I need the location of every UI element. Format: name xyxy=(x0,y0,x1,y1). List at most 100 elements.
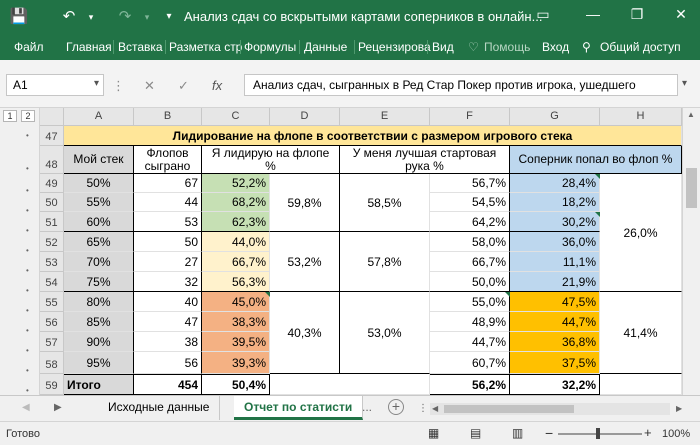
cell-stack[interactable]: 50% xyxy=(64,174,134,193)
cell-flops[interactable]: 67 xyxy=(134,174,202,193)
add-sheet-button[interactable]: + xyxy=(388,399,404,415)
cell-lead-pct[interactable]: 66,7% xyxy=(202,252,270,272)
redo-icon[interactable]: ↷ xyxy=(114,7,136,27)
cell-group-lead-avg[interactable]: 40,3% xyxy=(270,292,340,374)
cell-group-opp-avg[interactable]: 26,0% xyxy=(600,174,682,292)
normal-view-icon[interactable]: ▦ xyxy=(428,426,439,440)
cell-lead-pct[interactable]: 56,3% xyxy=(202,272,270,292)
cell-stack[interactable]: 80% xyxy=(64,292,134,312)
row-header-47[interactable]: 47 xyxy=(40,126,64,146)
cell-opp-hit-pct[interactable]: 47,5% xyxy=(510,292,600,312)
cell-opp-hit-pct[interactable]: 44,7% xyxy=(510,312,600,332)
sign-in-link[interactable]: Вход xyxy=(542,40,569,54)
column-header-e[interactable]: E xyxy=(340,108,430,126)
cell-flops[interactable]: 32 xyxy=(134,272,202,292)
scroll-left-icon[interactable]: ◀ xyxy=(432,404,438,413)
close-icon[interactable]: ✕ xyxy=(670,6,692,23)
column-header-d[interactable]: D xyxy=(270,108,340,126)
cell-flops[interactable]: 53 xyxy=(134,212,202,232)
tab-insert[interactable]: Вставка xyxy=(118,40,163,54)
tab-review[interactable]: Рецензирова xyxy=(358,40,431,54)
share-icon[interactable]: ⚲ xyxy=(582,40,591,54)
cell-lead-pct[interactable]: 39,5% xyxy=(202,332,270,352)
vertical-scrollbar[interactable]: ▲ xyxy=(682,108,700,395)
cell-best-hand-pct[interactable]: 55,0% xyxy=(430,292,510,312)
cell-group-best-avg[interactable]: 58,5% xyxy=(340,174,430,232)
cell-total-best[interactable]: 56,2% xyxy=(430,374,510,395)
row-header-48[interactable]: 48 xyxy=(40,146,64,174)
tab-file[interactable]: Файл xyxy=(14,40,44,54)
zoom-slider-handle[interactable] xyxy=(596,428,600,439)
customize-qat-icon[interactable]: ▾ xyxy=(158,7,180,27)
row-header-53[interactable]: 53 xyxy=(40,252,64,272)
save-icon[interactable]: 💾 xyxy=(8,7,30,27)
tab-split-icon[interactable]: ⋮ xyxy=(418,403,428,414)
column-header-h[interactable]: H xyxy=(600,108,682,126)
column-header-f[interactable]: F xyxy=(430,108,510,126)
insert-function-icon[interactable]: fx xyxy=(212,78,222,93)
next-sheet-icon[interactable]: ▶ xyxy=(54,402,62,413)
select-all-corner[interactable] xyxy=(40,108,64,126)
cell-opp-hit-pct[interactable]: 36,0% xyxy=(510,232,600,252)
row-header-56[interactable]: 56 xyxy=(40,312,64,332)
cell-flops[interactable]: 56 xyxy=(134,352,202,374)
cell-stack[interactable]: 65% xyxy=(64,232,134,252)
cell-best-hand-pct[interactable]: 64,2% xyxy=(430,212,510,232)
row-header-59[interactable]: 59 xyxy=(40,374,64,395)
tab-data[interactable]: Данные xyxy=(304,40,347,54)
cell-stack[interactable]: 95% xyxy=(64,352,134,374)
cell-opp-hit-pct[interactable]: 36,8% xyxy=(510,332,600,352)
enter-icon[interactable]: ✓ xyxy=(178,78,189,94)
undo-icon[interactable]: ↶ xyxy=(58,7,80,27)
drag-handle-icon[interactable]: ⋮ xyxy=(112,78,125,94)
cell-total-label[interactable]: Итого xyxy=(64,374,134,395)
page-break-view-icon[interactable]: ▥ xyxy=(512,426,523,440)
cell-opp-hit-pct[interactable]: 30,2% xyxy=(510,212,600,232)
sheet-tab-source-data[interactable]: Исходные данные xyxy=(98,396,221,420)
expand-formula-icon[interactable]: ▾ xyxy=(682,78,687,89)
minimize-icon[interactable]: — xyxy=(582,6,604,22)
cell-best-hand-pct[interactable]: 50,0% xyxy=(430,272,510,292)
lightbulb-icon[interactable]: ♡ xyxy=(468,40,479,54)
row-header-52[interactable]: 52 xyxy=(40,232,64,252)
hscroll-thumb[interactable] xyxy=(444,405,574,413)
row-header-49[interactable]: 49 xyxy=(40,174,64,193)
restore-icon[interactable]: ❐ xyxy=(626,6,648,23)
cell-opp-hit-pct[interactable]: 28,4% xyxy=(510,174,600,193)
cell-stack[interactable]: 55% xyxy=(64,193,134,212)
cell-opp-hit-pct[interactable]: 11,1% xyxy=(510,252,600,272)
cell-stack[interactable]: 85% xyxy=(64,312,134,332)
zoom-out-icon[interactable]: − xyxy=(545,425,553,441)
tab-home[interactable]: Главная xyxy=(66,40,112,54)
cell-flops[interactable]: 38 xyxy=(134,332,202,352)
cell-stack[interactable]: 90% xyxy=(64,332,134,352)
cell-best-hand-pct[interactable]: 60,7% xyxy=(430,352,510,374)
row-header-50[interactable]: 50 xyxy=(40,193,64,212)
column-header-a[interactable]: A xyxy=(64,108,134,126)
cell-lead-pct[interactable]: 44,0% xyxy=(202,232,270,252)
cell-lead-pct[interactable]: 52,2% xyxy=(202,174,270,193)
cell-best-hand-pct[interactable]: 66,7% xyxy=(430,252,510,272)
cell-lead-pct[interactable]: 68,2% xyxy=(202,193,270,212)
prev-sheet-icon[interactable]: ◀ xyxy=(22,402,30,413)
column-header-c[interactable]: C xyxy=(202,108,270,126)
formula-input[interactable]: Анализ сдач, сыгранных в Ред Стар Покер … xyxy=(244,74,678,96)
row-header-58[interactable]: 58 xyxy=(40,352,64,374)
cell-flops[interactable]: 40 xyxy=(134,292,202,312)
cell-best-hand-pct[interactable]: 48,9% xyxy=(430,312,510,332)
table-title[interactable]: Лидирование на флопе в соответствии с ра… xyxy=(64,126,682,146)
cell-group-lead-avg[interactable]: 59,8% xyxy=(270,174,340,232)
zoom-slider[interactable] xyxy=(558,433,642,435)
scroll-thumb[interactable] xyxy=(686,168,697,208)
cell-opp-hit-pct[interactable]: 18,2% xyxy=(510,193,600,212)
cell-total-opp[interactable]: 32,2% xyxy=(510,374,600,395)
more-sheets-icon[interactable]: ... xyxy=(362,400,372,414)
cell-group-opp-avg[interactable]: 41,4% xyxy=(600,292,682,374)
name-box[interactable]: A1 ▾ xyxy=(6,74,104,96)
row-header-51[interactable]: 51 xyxy=(40,212,64,232)
tab-formulas[interactable]: Формулы xyxy=(244,40,296,54)
cell-opp-hit-pct[interactable]: 37,5% xyxy=(510,352,600,374)
cell-group-best-avg[interactable]: 53,0% xyxy=(340,292,430,374)
cell-best-hand-pct[interactable]: 44,7% xyxy=(430,332,510,352)
cell-group-best-avg[interactable]: 57,8% xyxy=(340,232,430,292)
